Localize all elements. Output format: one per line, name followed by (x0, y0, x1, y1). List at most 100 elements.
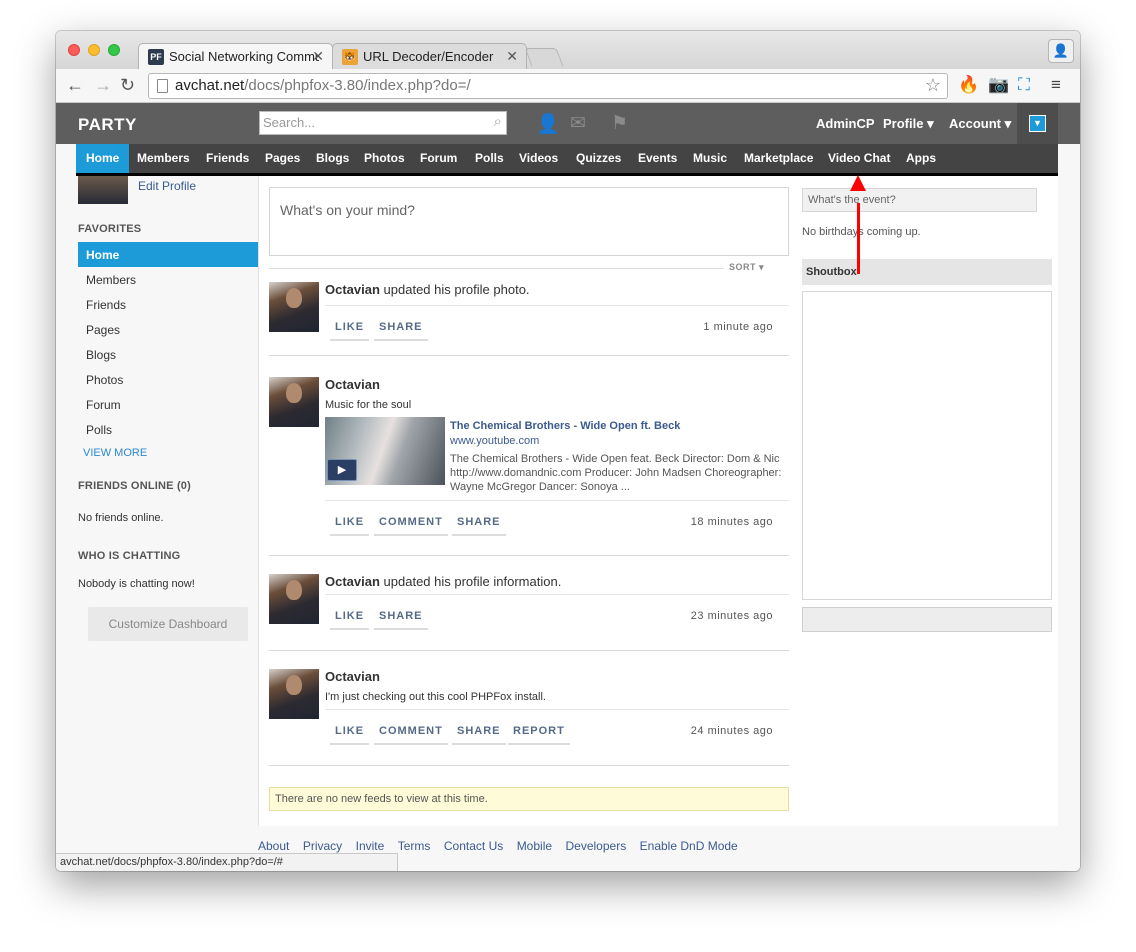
edit-profile-link[interactable]: Edit Profile (138, 179, 196, 193)
camera-extension-icon[interactable]: 📷 (988, 75, 1009, 95)
address-bar[interactable]: avchat.net/docs/phpfox-3.80/index.php?do… (148, 73, 948, 99)
close-tab-icon[interactable]: ✕ (312, 48, 324, 65)
close-tab-icon[interactable]: ✕ (506, 48, 518, 65)
shoutbox-input[interactable] (802, 607, 1052, 632)
profile-menu[interactable]: Profile ▾ (883, 116, 934, 132)
link-url[interactable]: www.youtube.com (450, 435, 539, 447)
share-button[interactable]: SHARE (374, 610, 428, 630)
menu-members[interactable]: Members (127, 144, 200, 173)
dropdown-toggle[interactable]: ▼ (1017, 103, 1058, 144)
friend-requests-icon[interactable]: 👤 (536, 112, 560, 136)
screen-capture-icon[interactable]: ⛶ (1018, 75, 1030, 95)
new-tab-button[interactable] (524, 48, 564, 66)
share-button[interactable]: SHARE (452, 725, 506, 745)
forward-arrow-icon[interactable]: → (94, 75, 112, 95)
link-description: The Chemical Brothers - Wide Open feat. … (450, 453, 782, 493)
menu-forum[interactable]: Forum (410, 144, 467, 173)
maximize-window-button[interactable] (108, 44, 120, 56)
footer-developers-link[interactable]: Developers (566, 839, 627, 853)
menu-hamburger-icon[interactable]: ≡ (1051, 75, 1061, 95)
footer-about-link[interactable]: About (258, 839, 289, 853)
feed-author[interactable]: Octavian (325, 282, 380, 297)
share-button[interactable]: SHARE (374, 321, 428, 341)
sort-dropdown[interactable]: SORT ▾ (729, 262, 764, 273)
avatar[interactable] (269, 574, 319, 624)
feed-author[interactable]: Octavian (325, 669, 380, 684)
menu-blogs[interactable]: Blogs (306, 144, 359, 173)
divider (269, 650, 789, 651)
menu-music[interactable]: Music (683, 144, 737, 173)
menu-home[interactable]: Home (76, 144, 130, 173)
feed-headline: Octavian updated his profile information… (325, 574, 561, 589)
menu-quizzes[interactable]: Quizzes (566, 144, 631, 173)
profile-person-icon[interactable]: 👤 (1048, 39, 1074, 63)
footer-contact-link[interactable]: Contact Us (444, 839, 503, 853)
comment-button[interactable]: COMMENT (374, 725, 448, 745)
back-arrow-icon[interactable]: ← (66, 75, 84, 95)
feed-author[interactable]: Octavian (325, 574, 380, 589)
footer-privacy-link[interactable]: Privacy (303, 839, 342, 853)
menu-friends[interactable]: Friends (196, 144, 259, 173)
sidebar-item-friends[interactable]: Friends (78, 292, 258, 317)
sidebar-item-pages[interactable]: Pages (78, 317, 258, 342)
sidebar-item-members[interactable]: Members (78, 267, 258, 292)
customize-dashboard-button[interactable]: Customize Dashboard (88, 607, 248, 641)
menu-polls[interactable]: Polls (465, 144, 514, 173)
friends-online-heading: FRIENDS ONLINE (0) (78, 480, 191, 492)
footer-invite-link[interactable]: Invite (356, 839, 385, 853)
avatar[interactable] (269, 377, 319, 427)
video-thumbnail[interactable]: ▶ (325, 417, 445, 485)
search-placeholder: Search... (263, 115, 316, 130)
avatar[interactable] (269, 669, 319, 719)
sidebar-item-polls[interactable]: Polls (78, 417, 258, 442)
like-button[interactable]: LIKE (330, 516, 370, 536)
menu-videos[interactable]: Videos (509, 144, 568, 173)
like-button[interactable]: LIKE (330, 610, 370, 630)
admincp-link[interactable]: AdminCP (816, 116, 875, 131)
like-button[interactable]: LIKE (330, 725, 370, 745)
sidebar-item-blogs[interactable]: Blogs (78, 342, 258, 367)
search-input[interactable]: Search... ⌕ (259, 111, 507, 135)
footer-mobile-link[interactable]: Mobile (517, 839, 552, 853)
menu-video-chat[interactable]: Video Chat (818, 144, 900, 173)
avatar[interactable] (78, 176, 128, 204)
account-menu[interactable]: Account ▾ (949, 116, 1011, 132)
view-more-link[interactable]: VIEW MORE (83, 447, 147, 459)
play-icon[interactable]: ▶ (327, 459, 357, 481)
feed-headline: Octavian updated his profile photo. (325, 282, 530, 297)
site-title[interactable]: PARTY (78, 115, 137, 135)
footer-terms-link[interactable]: Terms (398, 839, 431, 853)
sidebar-item-photos[interactable]: Photos (78, 367, 258, 392)
like-button[interactable]: LIKE (330, 321, 370, 341)
tab-social-networking[interactable]: PF Social Networking Commu ✕ (138, 43, 333, 69)
feed-author[interactable]: Octavian (325, 377, 380, 392)
menu-photos[interactable]: Photos (354, 144, 415, 173)
minimize-window-button[interactable] (88, 44, 100, 56)
status-input[interactable]: What's on your mind? (269, 187, 789, 256)
menu-events[interactable]: Events (628, 144, 687, 173)
comment-button[interactable]: COMMENT (374, 516, 448, 536)
report-button[interactable]: REPORT (508, 725, 570, 745)
messages-icon[interactable]: ✉ (570, 112, 586, 135)
notifications-flag-icon[interactable]: ⚑ (611, 112, 628, 135)
divider (269, 268, 724, 269)
sidebar-item-home[interactable]: Home (78, 242, 258, 267)
menu-pages[interactable]: Pages (255, 144, 310, 173)
favorites-heading: FAVORITES (78, 223, 142, 235)
shoutbox-messages[interactable] (802, 291, 1052, 600)
share-button[interactable]: SHARE (452, 516, 506, 536)
fire-extension-icon[interactable]: 🔥 (958, 75, 979, 95)
reload-icon[interactable]: ↻ (120, 75, 135, 95)
bookmark-star-icon[interactable]: ☆ (925, 75, 941, 96)
event-input[interactable]: What's the event? (802, 188, 1037, 212)
avatar[interactable] (269, 282, 319, 332)
close-window-button[interactable] (68, 44, 80, 56)
tab-url-decoder[interactable]: 🐯 URL Decoder/Encoder ✕ (332, 43, 527, 69)
sidebar-item-forum[interactable]: Forum (78, 392, 258, 417)
footer-dnd-mode-link[interactable]: Enable DnD Mode (640, 839, 738, 853)
menu-apps[interactable]: Apps (896, 144, 946, 173)
menu-marketplace[interactable]: Marketplace (734, 144, 823, 173)
link-title[interactable]: The Chemical Brothers - Wide Open ft. Be… (450, 420, 680, 432)
search-icon[interactable]: ⌕ (494, 113, 502, 130)
timestamp: 24 minutes ago (690, 725, 773, 737)
